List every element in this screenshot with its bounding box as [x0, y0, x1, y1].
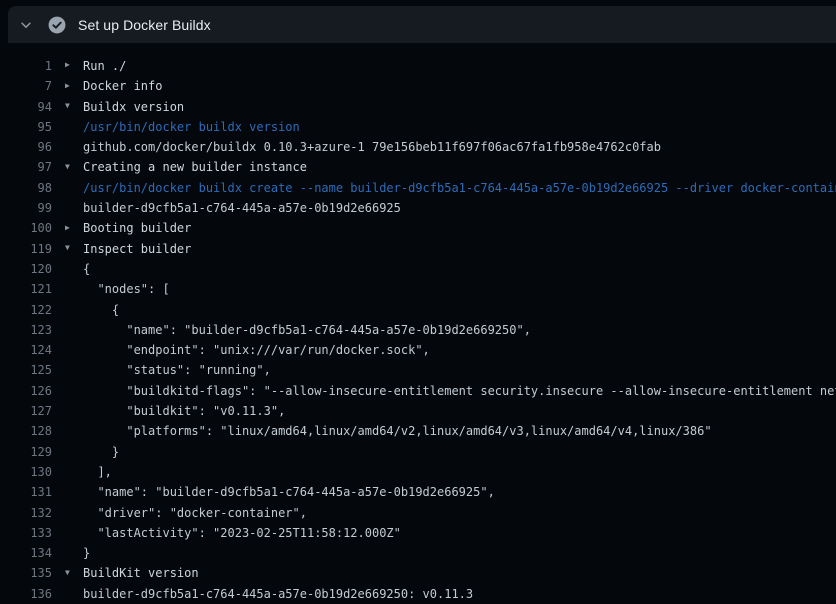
log-area: 1▶Run ./7▶Docker info94▼Buildx version95…: [0, 43, 836, 604]
log-line: 122 {: [0, 300, 836, 320]
line-number[interactable]: 131: [0, 482, 52, 502]
log-output-text: "platforms": "linux/amd64,linux/amd64/v2…: [65, 424, 712, 438]
line-number[interactable]: 98: [0, 178, 52, 198]
log-line: 121 "nodes": [: [0, 279, 836, 299]
line-number[interactable]: 100: [0, 218, 52, 238]
group-title[interactable]: Booting builder: [83, 221, 191, 235]
log-output-text: "name": "builder-d9cfb5a1-c764-445a-a57e…: [65, 485, 495, 499]
line-number[interactable]: 1: [0, 56, 52, 76]
line-number[interactable]: 132: [0, 503, 52, 523]
log-output-text: "endpoint": "unix:///var/run/docker.sock…: [65, 343, 430, 357]
chevron-down-icon[interactable]: [18, 17, 34, 33]
line-number[interactable]: 94: [0, 97, 52, 117]
line-number[interactable]: 122: [0, 300, 52, 320]
line-number[interactable]: 95: [0, 117, 52, 137]
log-output-text: ],: [65, 465, 112, 479]
log-line: 96 github.com/docker/buildx 0.10.3+azure-…: [0, 137, 836, 157]
log-command-text: /usr/bin/docker buildx version: [65, 120, 300, 134]
log-line: 120 {: [0, 259, 836, 279]
line-number[interactable]: 96: [0, 137, 52, 157]
log-line: 130 ],: [0, 462, 836, 482]
log-output-text: "buildkitd-flags": "--allow-insecure-ent…: [65, 384, 836, 398]
log-line: 135 ▼BuildKit version: [0, 563, 836, 583]
group-title[interactable]: Buildx version: [83, 100, 184, 114]
log-line: 119 ▼Inspect builder: [0, 239, 836, 259]
log-output-text: {: [65, 303, 119, 317]
line-number[interactable]: 121: [0, 279, 52, 299]
log-output-text: "status": "running",: [65, 363, 271, 377]
log-line: 134}: [0, 543, 836, 563]
group-arrow-expanded-icon[interactable]: ▼: [65, 157, 83, 177]
log-line: 95/usr/bin/docker buildx version: [0, 117, 836, 137]
line-number[interactable]: 120: [0, 259, 52, 279]
log-line: 94 ▼Buildx version: [0, 97, 836, 117]
group-title[interactable]: Inspect builder: [83, 242, 191, 256]
log-line: 97 ▼Creating a new builder instance: [0, 157, 836, 177]
step-title: Set up Docker Buildx: [78, 17, 211, 33]
line-number[interactable]: 119: [0, 239, 52, 259]
group-arrow-collapsed-icon[interactable]: ▶: [65, 76, 83, 96]
log-line: 7 ▶Docker info: [0, 76, 836, 96]
line-number[interactable]: 125: [0, 360, 52, 380]
line-number[interactable]: 129: [0, 442, 52, 462]
log-line: 133 "lastActivity": "2023-02-25T11:58:12…: [0, 523, 836, 543]
line-number[interactable]: 124: [0, 340, 52, 360]
log-output-text: "name": "builder-d9cfb5a1-c764-445a-a57e…: [65, 323, 531, 337]
group-arrow-collapsed-icon[interactable]: ▶: [65, 218, 83, 238]
log-output-text: "buildkit": "v0.11.3",: [65, 404, 285, 418]
log-line: 131 "name": "builder-d9cfb5a1-c764-445a-…: [0, 482, 836, 502]
line-number[interactable]: 134: [0, 543, 52, 563]
log-line: 1 ▶Run ./: [0, 56, 836, 76]
log-line: 125 "status": "running",: [0, 360, 836, 380]
group-arrow-collapsed-icon[interactable]: ▶: [65, 55, 83, 75]
line-number[interactable]: 123: [0, 320, 52, 340]
log-line: 128 "platforms": "linux/amd64,linux/amd6…: [0, 421, 836, 441]
line-number[interactable]: 135: [0, 563, 52, 583]
log-output-text: {: [65, 262, 90, 276]
step-header[interactable]: Set up Docker Buildx: [8, 6, 836, 43]
line-number[interactable]: 133: [0, 523, 52, 543]
group-title[interactable]: BuildKit version: [83, 566, 199, 580]
log-output-text: "nodes": [: [65, 282, 170, 296]
group-title[interactable]: Creating a new builder instance: [83, 160, 307, 174]
log-line: 129 }: [0, 442, 836, 462]
log-line: 124 "endpoint": "unix:///var/run/docker.…: [0, 340, 836, 360]
log-line: 123 "name": "builder-d9cfb5a1-c764-445a-…: [0, 320, 836, 340]
log-line: 127 "buildkit": "v0.11.3",: [0, 401, 836, 421]
log-line: 98/usr/bin/docker buildx create --name b…: [0, 178, 836, 198]
check-circle-icon: [48, 16, 66, 34]
line-number[interactable]: 136: [0, 584, 52, 604]
group-arrow-expanded-icon[interactable]: ▼: [65, 238, 83, 258]
log-output-text: }: [65, 546, 90, 560]
line-number[interactable]: 128: [0, 421, 52, 441]
line-number[interactable]: 127: [0, 401, 52, 421]
log-line: 100 ▶Booting builder: [0, 218, 836, 238]
line-number[interactable]: 99: [0, 198, 52, 218]
log-output-text: "driver": "docker-container",: [65, 506, 307, 520]
group-title[interactable]: Run ./: [83, 59, 126, 73]
line-number[interactable]: 7: [0, 76, 52, 96]
log-output-text: }: [65, 445, 119, 459]
line-number[interactable]: 126: [0, 381, 52, 401]
group-title[interactable]: Docker info: [83, 79, 162, 93]
group-arrow-expanded-icon[interactable]: ▼: [65, 563, 83, 583]
log-output-text: builder-d9cfb5a1-c764-445a-a57e-0b19d2e6…: [65, 587, 473, 601]
log-line: 99 builder-d9cfb5a1-c764-445a-a57e-0b19d2…: [0, 198, 836, 218]
log-output-text: github.com/docker/buildx 0.10.3+azure-1 …: [65, 140, 661, 154]
log-command-text: /usr/bin/docker buildx create --name bui…: [65, 181, 836, 195]
log-line: 132 "driver": "docker-container",: [0, 503, 836, 523]
log-line: 126 "buildkitd-flags": "--allow-insecure…: [0, 381, 836, 401]
log-output-text: "lastActivity": "2023-02-25T11:58:12.000…: [65, 526, 401, 540]
group-arrow-expanded-icon[interactable]: ▼: [65, 96, 83, 116]
log-output-text: builder-d9cfb5a1-c764-445a-a57e-0b19d2e6…: [65, 201, 401, 215]
line-number[interactable]: 97: [0, 157, 52, 177]
log-line: 136 builder-d9cfb5a1-c764-445a-a57e-0b19d…: [0, 584, 836, 604]
line-number[interactable]: 130: [0, 462, 52, 482]
